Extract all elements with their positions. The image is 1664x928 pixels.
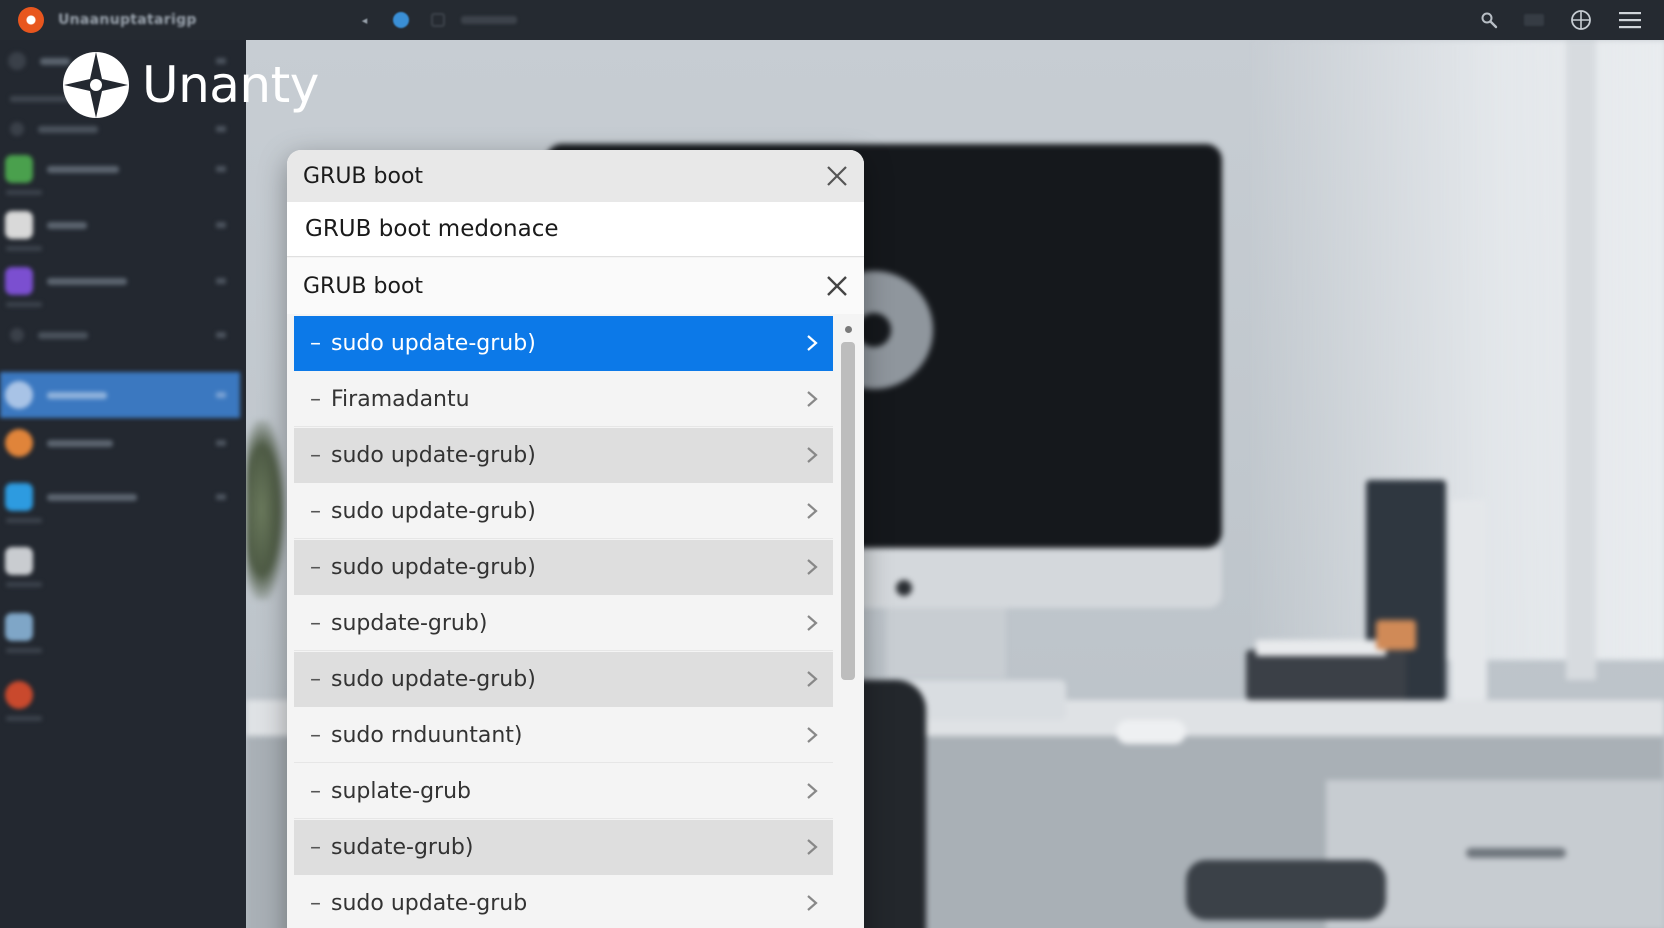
grub-dialog: GRUB boot GRUB boot medonace GRUB boot –… — [287, 150, 864, 928]
item-label: Firamadantu — [331, 386, 470, 412]
globe-icon[interactable] — [1570, 9, 1592, 31]
clear-icon — [827, 276, 847, 296]
list-item[interactable]: – sudo update-grub) — [294, 316, 833, 371]
list-item[interactable]: – sudo update-grub — [294, 876, 833, 928]
bullet-dash: – — [310, 835, 321, 860]
status-dot-icon — [393, 12, 410, 28]
brand-logo: Unanty — [62, 48, 319, 122]
item-label: sudo update-grub) — [331, 667, 536, 692]
list-item[interactable]: – Firamadantu — [294, 372, 833, 427]
brand-mark-icon — [63, 52, 129, 118]
bullet-dash: – — [310, 890, 321, 916]
hamburger-menu-icon[interactable] — [1618, 11, 1642, 29]
bullet-dash: – — [310, 331, 321, 356]
grid-icon[interactable] — [1524, 14, 1544, 26]
top-bar: Unaanuptatarigp ◂ — [0, 0, 1664, 40]
clear-search-button[interactable] — [823, 272, 851, 300]
item-label: suplate-grub — [331, 778, 471, 804]
chevron-right-icon — [807, 335, 818, 351]
window-icon — [431, 13, 446, 27]
chevron-right-icon — [807, 727, 818, 743]
search-icon[interactable] — [1480, 11, 1498, 29]
chevron-right-icon — [807, 839, 818, 855]
item-label: sudo update-grub) — [331, 331, 536, 356]
chevron-right-icon — [807, 783, 818, 799]
dialog-close-button[interactable] — [823, 162, 851, 190]
scrollbar-thumb[interactable] — [841, 342, 855, 680]
item-label: supdate-grub) — [331, 610, 488, 636]
item-label: sudo rnduuntant) — [331, 722, 523, 748]
brand-name: Unanty — [142, 56, 319, 114]
chevron-right-icon — [807, 671, 818, 687]
item-label: sudo update-grub — [331, 890, 528, 916]
chevron-right-icon — [807, 447, 818, 463]
chevron-right-icon — [807, 503, 818, 519]
bullet-dash: – — [310, 386, 321, 412]
list-item[interactable]: – sudo update-grub) — [294, 428, 833, 483]
chevron-right-icon — [807, 391, 818, 407]
chevron-right-icon — [807, 559, 818, 575]
window-title: Unaanuptatarigp — [58, 12, 197, 28]
search-value: GRUB boot — [303, 273, 424, 299]
item-label: sudo update-grub) — [331, 443, 536, 468]
list-item[interactable]: – suplate-grub — [294, 764, 833, 819]
sidebar — [0, 40, 246, 928]
list-item[interactable]: – sudate-grub) — [294, 820, 833, 875]
list-item[interactable]: – sudo update-grub) — [294, 652, 833, 707]
list-item[interactable]: – sudo update-grub) — [294, 484, 833, 539]
bullet-dash: – — [310, 667, 321, 692]
bullet-dash: – — [310, 722, 321, 748]
dialog-title: GRUB boot — [303, 163, 424, 189]
chevron-right-icon — [807, 615, 818, 631]
bullet-dash: – — [310, 555, 321, 580]
bullet-dash: – — [310, 498, 321, 524]
subtitle-text: GRUB boot medonace — [305, 216, 559, 242]
item-label: sudo update-grub) — [331, 555, 536, 580]
dialog-subtitle: GRUB boot medonace — [287, 202, 864, 257]
bullet-dash: – — [310, 443, 321, 468]
scrollbar[interactable] — [838, 316, 858, 928]
bullet-dash: – — [310, 778, 321, 804]
list-item[interactable]: – sudo update-grub) — [294, 540, 833, 595]
list-item[interactable]: – supdate-grub) — [294, 596, 833, 651]
toolbar-placeholder — [461, 16, 518, 24]
bullet-dash: – — [310, 610, 321, 636]
list-item[interactable]: – sudo rnduuntant) — [294, 708, 833, 763]
search-field[interactable]: GRUB boot — [287, 258, 864, 314]
app-logo-icon[interactable] — [18, 7, 44, 33]
collapse-arrow-icon[interactable]: ◂ — [362, 14, 368, 27]
scroll-up-indicator[interactable] — [845, 326, 852, 333]
dialog-header: GRUB boot — [287, 150, 864, 202]
chevron-right-icon — [807, 895, 818, 911]
close-icon — [827, 166, 847, 186]
item-label: sudate-grub) — [331, 835, 474, 860]
item-label: sudo update-grub) — [331, 498, 536, 524]
